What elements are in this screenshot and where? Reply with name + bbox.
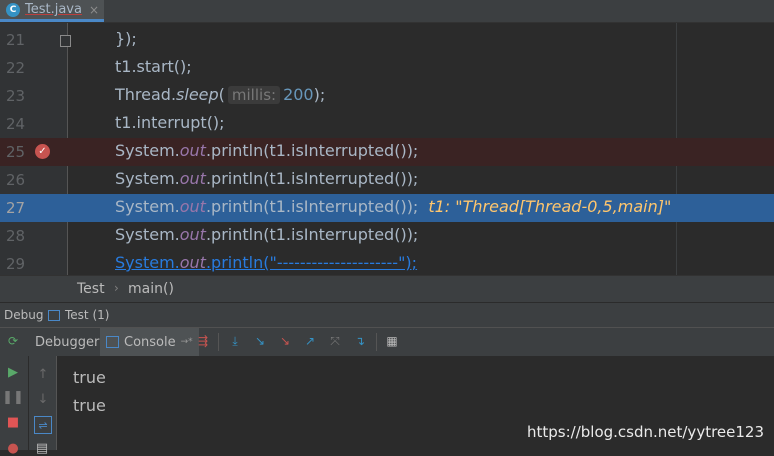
code-line-breakpoint[interactable]: 25 ✓ System.out.println(t1.isInterrupted… xyxy=(0,138,774,166)
step-over-icon[interactable]: ⤓ xyxy=(228,334,242,348)
breadcrumb-class[interactable]: Test xyxy=(77,281,105,297)
code-token: System. xyxy=(115,141,180,160)
code-line[interactable]: 29 System.out.println("-----------------… xyxy=(0,250,774,275)
pin-icon: →* xyxy=(180,337,193,347)
code-token: Thread. xyxy=(115,85,177,104)
session-label: Test (1) xyxy=(65,308,110,322)
console-actions-strip: ↑ ↓ ⇌ ▤ xyxy=(29,356,57,456)
tab-label: Test.java xyxy=(25,2,82,17)
arrow-down-icon[interactable]: ↓ xyxy=(35,391,51,407)
code-token: out xyxy=(179,141,206,160)
code-token: .println("---------------------"); xyxy=(205,253,418,272)
line-number: 29 xyxy=(6,255,26,273)
code-editor[interactable]: 21 }); 22 t1.start(); 23 Thread.sleep(mi… xyxy=(0,23,774,275)
line-number: 28 xyxy=(6,227,26,245)
code-token: ( xyxy=(218,85,225,104)
code-token: System. xyxy=(115,197,180,216)
drop-frame-icon[interactable]: ⤧ xyxy=(328,334,342,348)
console-line: true xyxy=(73,396,106,415)
code-line[interactable]: 21 }); xyxy=(0,26,774,54)
line-number: 25 xyxy=(6,143,26,161)
code-token: out xyxy=(179,169,206,188)
resume-icon[interactable]: ▶ xyxy=(5,364,21,380)
breakpoint-icon[interactable]: ✓ xyxy=(35,144,50,159)
pause-icon[interactable]: ❚❚ xyxy=(2,389,24,405)
tab-console-label: Console xyxy=(124,334,176,350)
code-text: System.out.println(t1.isInterrupted()); xyxy=(115,141,418,160)
line-number: 22 xyxy=(6,59,26,77)
force-step-into-icon[interactable]: ↘ xyxy=(278,334,292,348)
code-text: }); xyxy=(115,29,137,48)
editor-tab-bar: C Test.java × xyxy=(0,0,774,23)
line-number: 23 xyxy=(6,87,26,105)
debug-actions-strip: ▶ ❚❚ ■ ● xyxy=(0,356,29,456)
inline-debug-value: t1: "Thread[Thread-0,5,main]" xyxy=(428,197,672,216)
code-token: sleep xyxy=(176,85,219,104)
toolbar-separator xyxy=(376,333,377,351)
code-line[interactable]: 28 System.out.println(t1.isInterrupted()… xyxy=(0,222,774,250)
step-into-icon[interactable]: ↘ xyxy=(253,334,267,348)
view-breakpoints-icon[interactable]: ● xyxy=(5,440,21,456)
breadcrumb: Test › main() xyxy=(0,275,774,302)
scroll-to-end-icon[interactable]: ▤ xyxy=(34,440,50,456)
code-token: ); xyxy=(313,85,326,104)
breadcrumb-method[interactable]: main() xyxy=(128,281,174,297)
tab-test-java[interactable]: C Test.java × xyxy=(0,0,104,22)
session-icon xyxy=(48,309,60,321)
code-token: .println(t1.isInterrupted()); xyxy=(205,169,419,188)
code-token: .println(t1.isInterrupted()); xyxy=(205,141,419,160)
debug-tool-window-header: Debug Test (1) xyxy=(0,302,774,328)
code-text: System.out.println("--------------------… xyxy=(115,253,417,272)
code-token: System. xyxy=(115,225,180,244)
tab-console[interactable]: Console →* xyxy=(100,328,199,356)
run-to-cursor-icon[interactable]: ↴ xyxy=(353,334,367,348)
code-text: t1.start(); xyxy=(115,57,192,76)
code-token: System. xyxy=(115,169,180,188)
code-line[interactable]: 26 System.out.println(t1.isInterrupted()… xyxy=(0,166,774,194)
close-icon[interactable]: × xyxy=(89,3,99,17)
console-line: true xyxy=(73,368,106,387)
code-token: .println(t1.isInterrupted()); xyxy=(205,225,419,244)
debug-toolbar: ⟳ Debugger Console →* ⇶ ⤓ ↘ ↘ ↗ ⤧ ↴ ▦ xyxy=(0,327,774,357)
show-execution-point-icon[interactable]: ⇶ xyxy=(196,334,210,348)
code-text: Thread.sleep(millis: 200); xyxy=(115,85,325,104)
toolbar-separator xyxy=(218,333,219,351)
code-text: System.out.println(t1.isInterrupted()); t… xyxy=(115,197,671,216)
fold-icon[interactable] xyxy=(60,35,71,47)
code-token: out xyxy=(179,197,206,216)
rerun-icon[interactable]: ⟳ xyxy=(6,334,20,348)
code-text: t1.interrupt(); xyxy=(115,113,225,132)
step-out-icon[interactable]: ↗ xyxy=(303,334,317,348)
line-number: 26 xyxy=(6,171,26,189)
line-number: 27 xyxy=(6,199,26,217)
code-line[interactable]: 24 t1.interrupt(); xyxy=(0,110,774,138)
code-token: System. xyxy=(115,253,180,272)
line-number: 24 xyxy=(6,115,26,133)
code-token: .println(t1.isInterrupted()); xyxy=(205,197,419,216)
parameter-hint: millis: xyxy=(227,86,281,104)
arrow-up-icon[interactable]: ↑ xyxy=(35,366,51,382)
watermark: https://blog.csdn.net/yytree123 xyxy=(526,423,764,441)
debug-title: Debug xyxy=(4,308,44,322)
code-line-current-execution[interactable]: 27 System.out.println(t1.isInterrupted()… xyxy=(0,194,774,222)
code-text: System.out.println(t1.isInterrupted()); xyxy=(115,169,418,188)
debug-session-tab[interactable]: Test (1) xyxy=(48,308,109,322)
tab-debugger[interactable]: Debugger xyxy=(29,328,105,356)
code-token: out xyxy=(179,253,206,272)
code-text: System.out.println(t1.isInterrupted()); xyxy=(115,225,418,244)
stop-icon[interactable]: ■ xyxy=(5,414,21,430)
breadcrumb-separator: › xyxy=(114,281,119,295)
class-icon: C xyxy=(6,2,20,17)
soft-wrap-icon[interactable]: ⇌ xyxy=(34,416,52,434)
code-token: out xyxy=(179,225,206,244)
code-token: 200 xyxy=(283,85,314,104)
line-number: 21 xyxy=(6,31,26,49)
evaluate-expression-icon[interactable]: ▦ xyxy=(385,334,399,348)
code-line[interactable]: 23 Thread.sleep(millis: 200); xyxy=(0,82,774,110)
tab-debugger-label: Debugger xyxy=(35,334,100,350)
console-icon xyxy=(106,336,119,348)
code-line[interactable]: 22 t1.start(); xyxy=(0,54,774,82)
